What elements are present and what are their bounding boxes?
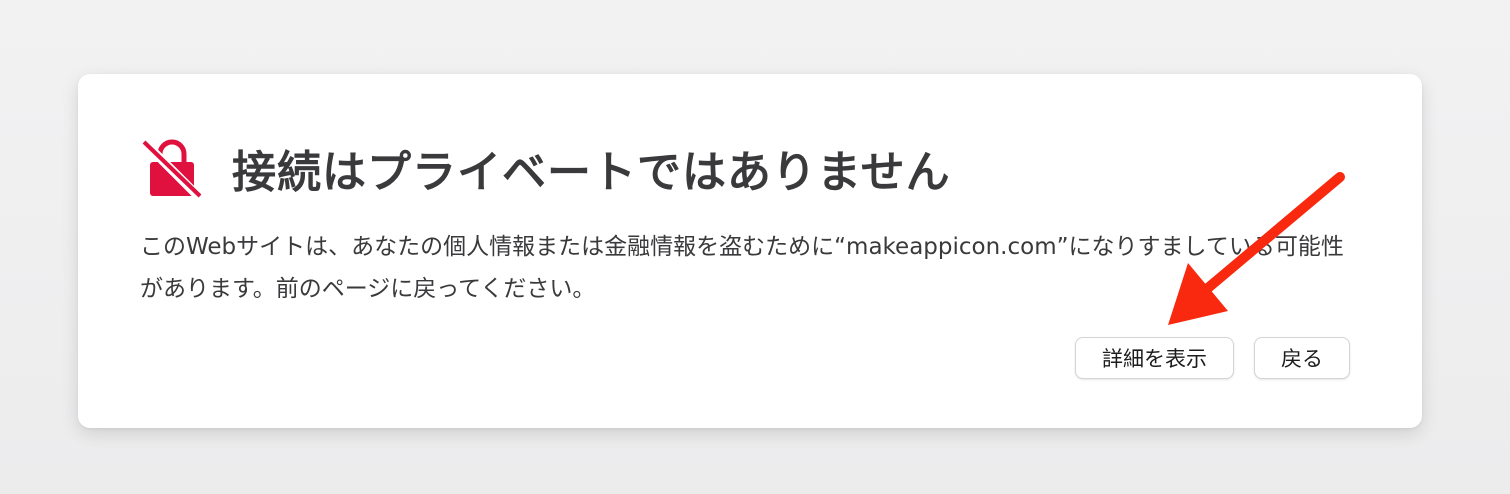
dialog-message: このWebサイトは、あなたの個人情報または金融情報を盗むために“makeappi… <box>140 234 1344 302</box>
page-background: 接続はプライベートではありません このWebサイトは、あなたの個人情報または金融… <box>0 0 1510 494</box>
dialog-header: 接続はプライベートではありません <box>140 136 951 200</box>
privacy-warning-dialog: 接続はプライベートではありません このWebサイトは、あなたの個人情報または金融… <box>78 74 1422 428</box>
dialog-title: 接続はプライベートではありません <box>232 147 951 198</box>
show-details-button[interactable]: 詳細を表示 <box>1075 337 1234 379</box>
dialog-buttons: 詳細を表示 戻る <box>1075 337 1350 379</box>
back-button[interactable]: 戻る <box>1254 337 1350 379</box>
broken-lock-icon <box>140 138 204 200</box>
